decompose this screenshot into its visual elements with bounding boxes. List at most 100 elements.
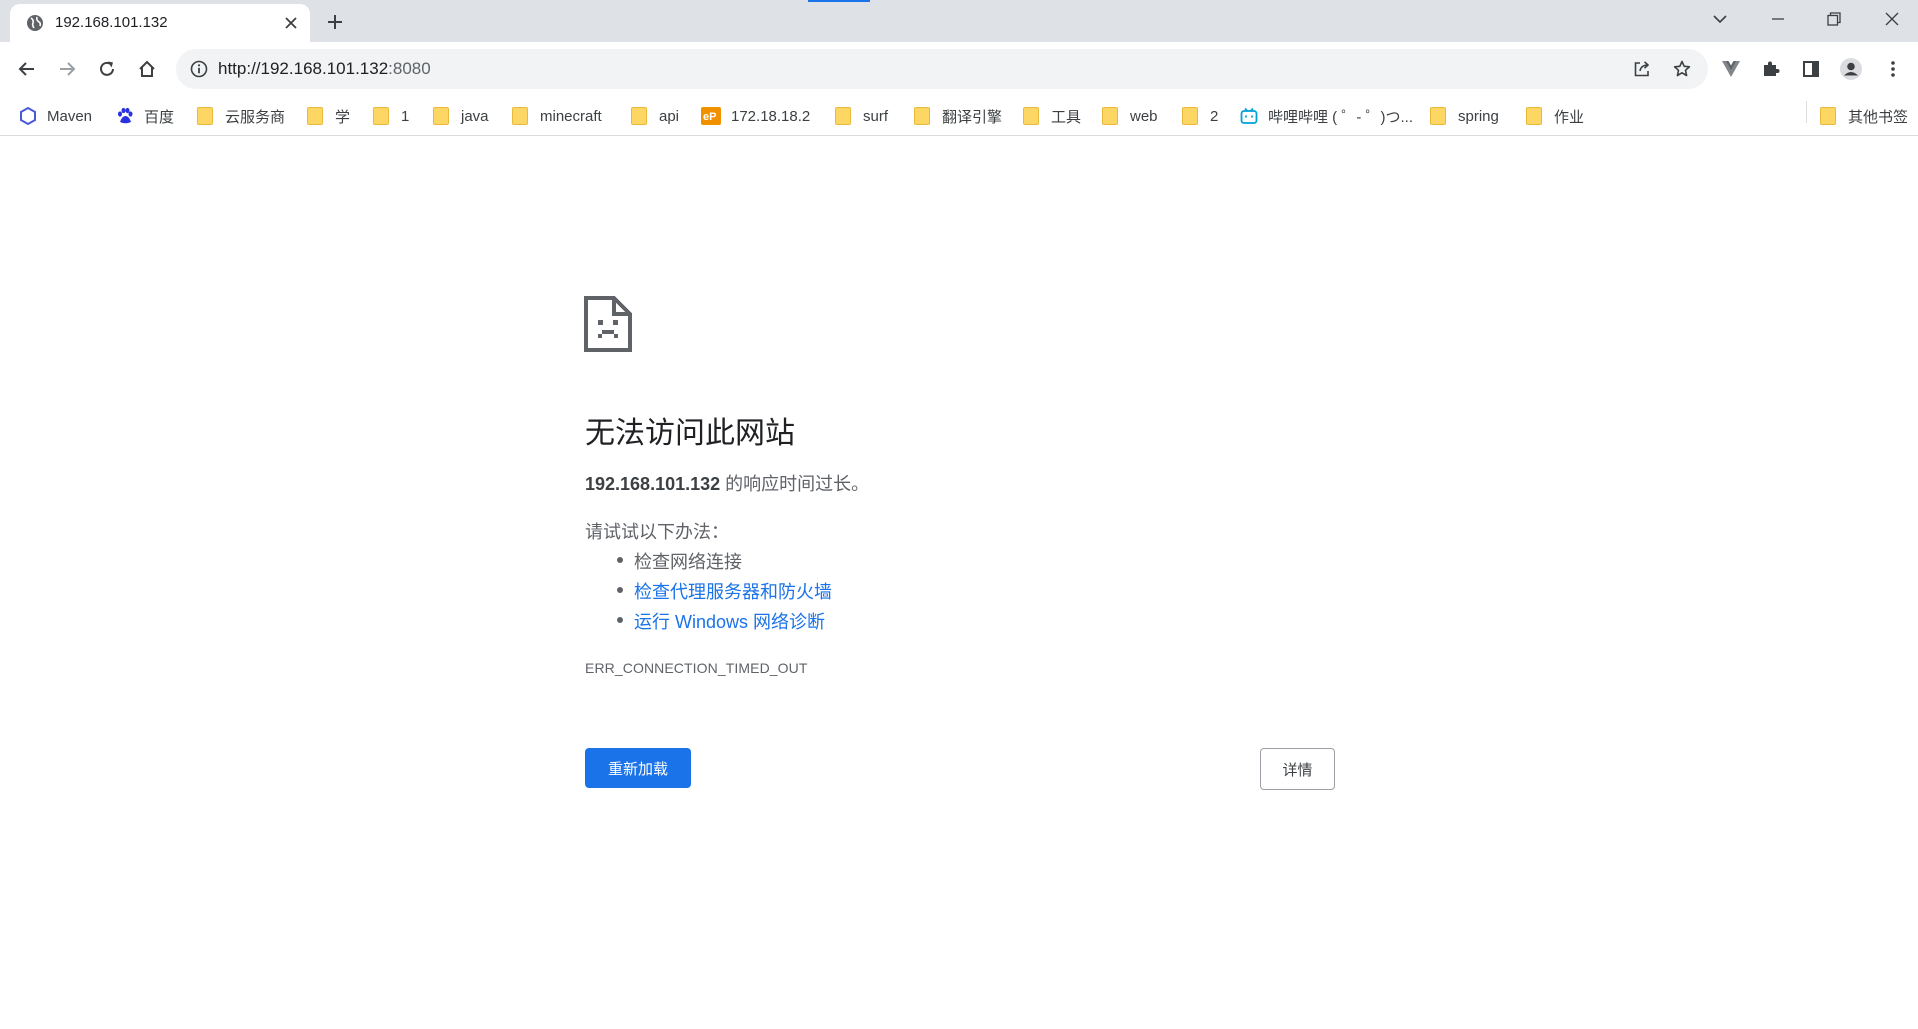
reload-page-button[interactable]: 重新加载: [585, 748, 691, 788]
kebab-menu-icon: [1891, 61, 1895, 77]
close-window-button[interactable]: [1874, 4, 1910, 34]
suggestion-run-diagnostics-link[interactable]: 运行 Windows 网络诊断: [616, 608, 825, 634]
details-button[interactable]: 详情: [1260, 748, 1335, 790]
bookmark-label: minecraft: [540, 107, 602, 125]
bookmark-folder[interactable]: 云服务商: [197, 105, 285, 127]
bookmark-folder[interactable]: 翻译引擎: [914, 105, 1002, 127]
address-bar[interactable]: http://192.168.101.132:8080: [176, 49, 1708, 89]
bookmark-bilibili[interactable]: 哔哩哔哩 ( ゜- ゜)つ...: [1240, 105, 1413, 127]
bookmark-folder[interactable]: java: [433, 105, 489, 127]
bookmark-folder[interactable]: 学: [307, 105, 350, 127]
reload-icon: [100, 61, 114, 76]
bookmark-folder[interactable]: minecraft: [512, 105, 602, 127]
maven-icon: [20, 107, 36, 125]
bookmark-label: spring: [1458, 107, 1499, 125]
chevron-down-icon: [1713, 15, 1727, 24]
side-panel-button[interactable]: [1795, 53, 1827, 85]
minimize-button[interactable]: [1760, 4, 1796, 34]
bookmark-label: 172.18.18.2: [731, 107, 811, 125]
folder-icon: [197, 107, 213, 125]
bookmark-label: 学: [335, 108, 351, 126]
avatar-icon: [1840, 58, 1862, 80]
toolbar: http://192.168.101.132:8080: [0, 42, 1918, 96]
tab-search-button[interactable]: [1702, 4, 1738, 34]
bookmark-label: 工具: [1051, 108, 1082, 126]
bookmark-ep[interactable]: eP 172.18.18.2: [701, 105, 810, 127]
bookmark-label: 翻译引擎: [942, 108, 1003, 126]
arrow-left-icon: [18, 62, 34, 76]
folder-icon: [1526, 107, 1542, 125]
error-message: 192.168.101.132 的响应时间过长。: [585, 470, 869, 496]
bilibili-icon: [1240, 107, 1258, 124]
ep-icon: eP: [701, 107, 721, 125]
folder-icon: [307, 107, 323, 125]
close-icon: [1885, 12, 1899, 26]
vue-icon: [1722, 61, 1740, 77]
share-button[interactable]: [1628, 55, 1656, 83]
menu-button[interactable]: [1877, 53, 1909, 85]
bookmark-label: 1: [401, 107, 410, 125]
bookmark-folder[interactable]: 作业: [1526, 105, 1584, 127]
bookmark-folder[interactable]: 1: [373, 105, 409, 127]
bookmark-folder[interactable]: 工具: [1023, 105, 1081, 127]
bookmark-baidu[interactable]: 百度: [116, 105, 174, 127]
home-icon: [139, 60, 155, 77]
bookmark-label: 云服务商: [225, 108, 286, 126]
error-code: ERR_CONNECTION_TIMED_OUT: [585, 660, 808, 676]
folder-icon: [1182, 107, 1198, 125]
bookmark-folder[interactable]: surf: [835, 105, 888, 127]
sad-document-icon: [584, 296, 632, 352]
folder-icon: [1102, 107, 1118, 125]
globe-icon: [27, 15, 43, 31]
bookmark-label: surf: [863, 107, 889, 125]
bookmark-folder[interactable]: spring: [1430, 105, 1499, 127]
bookmark-maven[interactable]: Maven: [19, 105, 92, 127]
folder-icon: [512, 107, 528, 125]
bookmark-label: 2: [1210, 107, 1219, 125]
error-host: 192.168.101.132: [585, 474, 721, 494]
url-text[interactable]: http://192.168.101.132:8080: [218, 59, 431, 79]
bookmark-label: java: [461, 107, 489, 125]
back-button[interactable]: [11, 53, 43, 85]
active-tab[interactable]: 192.168.101.132: [10, 4, 310, 42]
minimize-icon: [1772, 18, 1784, 20]
plus-icon: [328, 15, 342, 29]
bookmark-label: Maven: [47, 107, 93, 125]
restore-icon: [1827, 12, 1841, 26]
folder-icon: [1820, 107, 1836, 125]
bookmarks-separator: [1806, 101, 1807, 123]
info-icon[interactable]: [190, 60, 208, 78]
reload-button[interactable]: [91, 53, 123, 85]
url-port: :8080: [388, 59, 431, 78]
extensions-button[interactable]: [1755, 53, 1787, 85]
bookmark-star-button[interactable]: [1668, 55, 1696, 83]
bookmark-folder[interactable]: api: [631, 105, 679, 127]
forward-button[interactable]: [51, 53, 83, 85]
arrow-right-icon: [60, 62, 76, 76]
profile-button[interactable]: [1835, 53, 1867, 85]
restore-button[interactable]: [1816, 4, 1852, 34]
share-icon: [1634, 61, 1650, 77]
suggestions-heading: 请试试以下办法：: [585, 522, 729, 542]
bookmarks-bar: Maven 百度 云服务商 学 1 java minecraft api eP …: [0, 96, 1918, 136]
vue-devtools-extension[interactable]: [1715, 53, 1747, 85]
error-message-text: 的响应时间过长。: [720, 474, 870, 494]
close-tab-button[interactable]: [280, 12, 302, 34]
bookmark-folder[interactable]: web: [1102, 105, 1158, 127]
folder-icon: [914, 107, 930, 125]
bookmark-label: web: [1130, 107, 1158, 125]
page-title: 无法访问此网站: [585, 417, 795, 450]
other-bookmarks[interactable]: 其他书签: [1820, 105, 1908, 127]
home-button[interactable]: [131, 53, 163, 85]
tab-title: 192.168.101.132: [55, 14, 168, 31]
bookmark-folder[interactable]: 2: [1182, 105, 1218, 127]
svg-text:eP: eP: [703, 111, 716, 123]
folder-icon: [1430, 107, 1446, 125]
puzzle-icon: [1764, 61, 1780, 76]
bookmark-label: 作业: [1554, 108, 1585, 126]
new-tab-button[interactable]: [322, 9, 348, 35]
suggestion-check-proxy-link[interactable]: 检查代理服务器和防火墙: [617, 578, 832, 604]
side-panel-icon: [1803, 61, 1819, 77]
bookmark-label: api: [659, 107, 680, 125]
tab-strip: 192.168.101.132: [0, 0, 1918, 42]
